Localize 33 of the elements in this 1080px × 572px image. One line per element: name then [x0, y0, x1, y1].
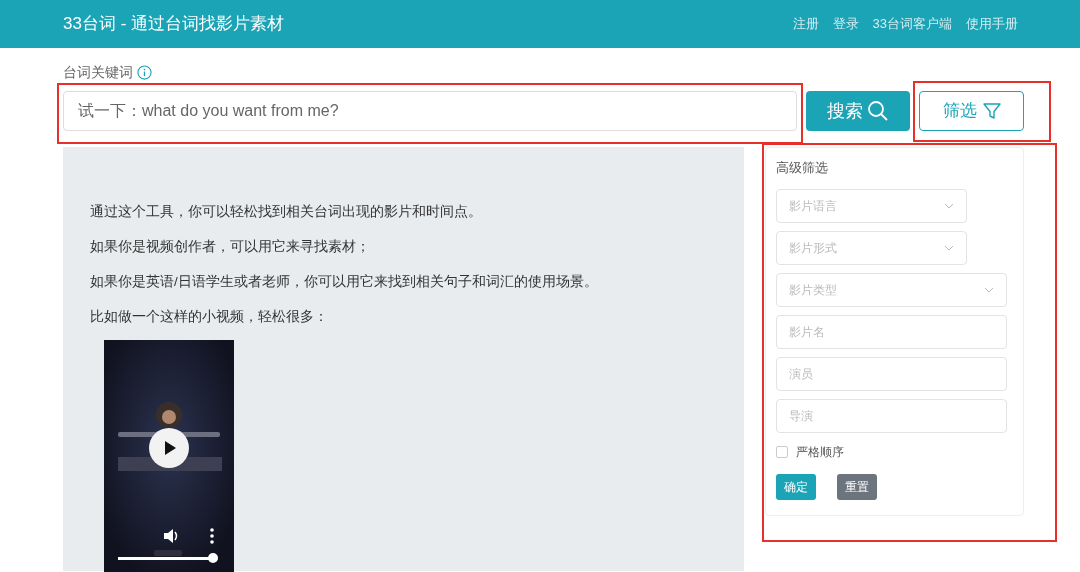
nav-link[interactable]: 登录 [832, 14, 859, 34]
search-button[interactable]: 搜索 [806, 91, 910, 131]
reset-button[interactable]: 重置 [837, 473, 877, 500]
filter-title: 高级筛选 [776, 159, 829, 177]
nav-link[interactable]: 33台词客户端 [872, 14, 952, 34]
input-field[interactable]: 演员 [776, 356, 1007, 391]
confirm-button[interactable]: 确定 [776, 473, 816, 500]
chevron-icon [984, 286, 994, 293]
progress-thumb[interactable] [208, 553, 218, 563]
intro-text: 如果你是英语/日语学生或者老师，你可以用它来找到相关句子和词汇的使用场景。 [90, 273, 599, 291]
intro-text: 通过这个工具，你可以轻松找到相关台词出现的影片和时间点。 [90, 203, 483, 221]
more-icon[interactable] [210, 528, 214, 544]
checkbox-label: 严格顺序 [796, 443, 844, 461]
search-icon [867, 100, 889, 122]
checkbox[interactable] [776, 445, 788, 458]
site-title: 33台词 - 通过台词找影片素材 [63, 13, 285, 36]
chevron-icon [944, 244, 954, 251]
input-field[interactable]: 影片名 [776, 314, 1007, 349]
select-field[interactable]: 影片形式 [776, 230, 967, 265]
info-icon[interactable] [137, 65, 152, 80]
intro-text: 如果你是视频创作者，可以用它来寻找素材； [90, 238, 371, 256]
chevron-icon [944, 202, 954, 209]
intro-text: 比如做一个这样的小视频，轻松很多： [90, 308, 329, 326]
search-field[interactable]: 试一下：what do you want from me? [63, 91, 797, 131]
input-field[interactable]: 导演 [776, 398, 1007, 433]
nav-link[interactable]: 使用手册 [966, 14, 1018, 34]
filter-button[interactable]: 筛选 [919, 91, 1024, 131]
select-field[interactable]: 影片类型 [776, 272, 1007, 307]
keyword-label: 台词关键词 [63, 63, 133, 82]
play-icon[interactable] [149, 428, 189, 468]
select-field[interactable]: 影片语言 [776, 188, 967, 223]
nav-link[interactable]: 注册 [792, 14, 819, 34]
filter-icon [982, 102, 1001, 120]
